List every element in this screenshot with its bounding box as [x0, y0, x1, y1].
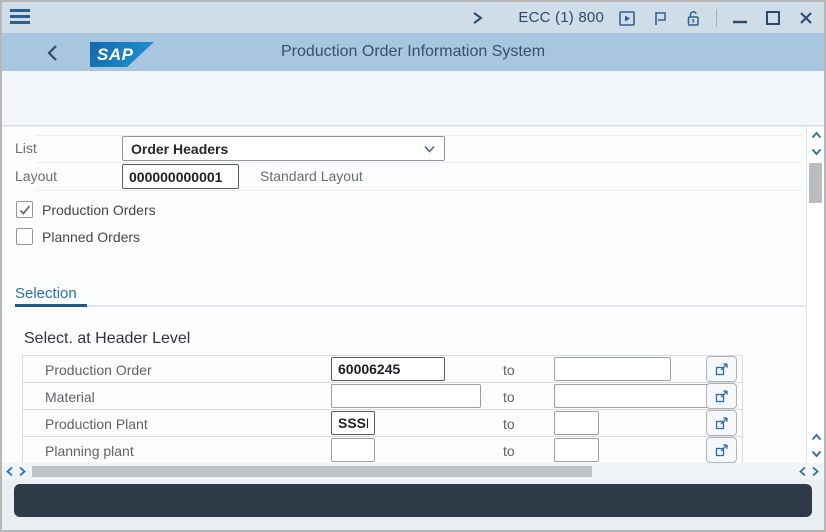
production-orders-checkbox[interactable]: Production Orders — [16, 201, 156, 218]
divider — [716, 8, 717, 27]
row-production-order: Production Order to — [23, 356, 742, 383]
checkbox-icon — [16, 201, 33, 218]
row-material: Material to — [23, 383, 742, 410]
layout-description: Standard Layout — [260, 168, 363, 184]
production-plant-from-input[interactable] — [331, 411, 375, 435]
list-label: List — [15, 140, 37, 156]
status-bar — [14, 484, 812, 517]
system-id: ECC (1) 800 — [518, 9, 604, 26]
checkbox-icon — [16, 228, 33, 245]
planning-plant-from-input[interactable] — [331, 438, 375, 462]
scroll-left-icon[interactable] — [5, 466, 15, 477]
vertical-scroll-thumb[interactable] — [809, 163, 822, 203]
sap-gui-window: ECC (1) 800 Production Order Information… — [0, 0, 826, 532]
scroll-down-icon[interactable] — [807, 143, 824, 159]
expand-chevron-icon[interactable] — [467, 8, 487, 28]
tab-active-indicator — [15, 304, 87, 307]
section-title: Select. at Header Level — [24, 330, 191, 347]
sessions-flag-icon[interactable] — [650, 8, 670, 28]
scroll-down-icon[interactable] — [807, 445, 824, 461]
planning-plant-to-input[interactable] — [554, 438, 599, 462]
production-order-from-input[interactable] — [331, 357, 445, 381]
close-icon[interactable] — [796, 8, 816, 28]
scroll-up-icon[interactable] — [807, 429, 824, 445]
material-to-input[interactable] — [554, 384, 708, 408]
selection-screen: List Order Headers Layout Standard Layou… — [2, 127, 824, 463]
planned-orders-checkbox[interactable]: Planned Orders — [16, 228, 140, 245]
minimize-icon[interactable] — [730, 8, 750, 28]
horizontal-scrollbar[interactable] — [2, 463, 824, 480]
multiple-selection-button[interactable] — [706, 383, 737, 409]
play-session-icon[interactable] — [617, 8, 637, 28]
multiple-selection-button[interactable] — [706, 437, 737, 463]
row-planning-plant: Planning plant to — [23, 437, 742, 463]
row-production-plant: Production Plant to — [23, 410, 742, 437]
unlock-icon[interactable] — [683, 8, 703, 28]
layout-label: Layout — [15, 168, 58, 184]
menu-icon[interactable] — [10, 9, 30, 26]
scroll-left-icon[interactable] — [798, 466, 808, 477]
production-plant-to-input[interactable] — [554, 411, 599, 435]
tab-strip-line — [87, 305, 810, 307]
multiple-selection-button[interactable] — [706, 410, 737, 436]
toolbar: Cancel More Exit — [2, 71, 824, 192]
title-bar: Production Order Information System SAP — [2, 33, 824, 71]
list-dropdown-value: Order Headers — [131, 140, 229, 157]
layout-input[interactable] — [122, 164, 239, 189]
scroll-right-icon[interactable] — [810, 466, 820, 477]
system-bar: ECC (1) 800 — [2, 2, 824, 33]
maximize-icon[interactable] — [763, 8, 783, 28]
chevron-down-icon — [424, 145, 435, 153]
vertical-scrollbar[interactable] — [806, 127, 824, 463]
scroll-up-icon[interactable] — [807, 127, 824, 143]
horizontal-scroll-thumb[interactable] — [32, 466, 592, 477]
production-order-to-input[interactable] — [554, 357, 671, 381]
multiple-selection-button[interactable] — [706, 356, 737, 382]
scroll-right-icon[interactable] — [17, 466, 27, 477]
tab-selection[interactable]: Selection — [15, 285, 77, 302]
material-from-input[interactable] — [331, 384, 481, 408]
list-dropdown[interactable]: Order Headers — [122, 136, 445, 161]
header-level-groupbox: Production Order to Material to Producti… — [22, 355, 743, 463]
